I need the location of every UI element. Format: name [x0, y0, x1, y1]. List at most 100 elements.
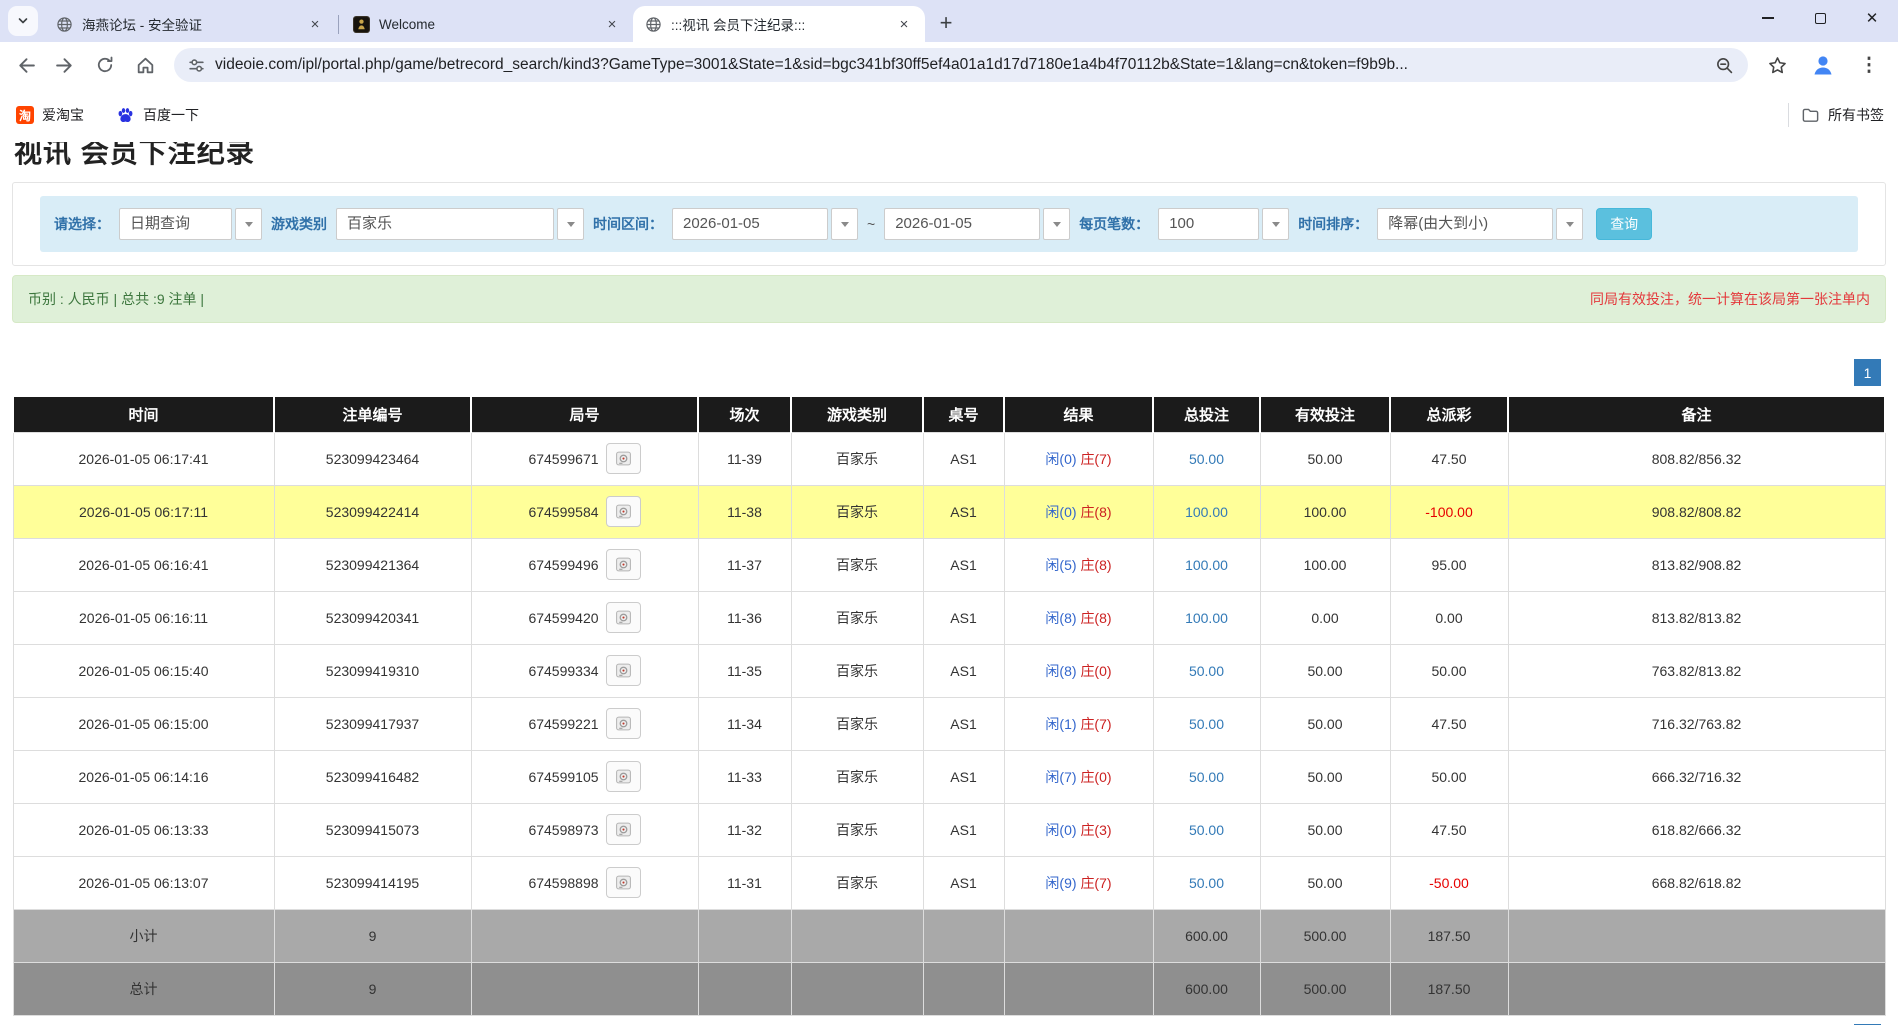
cell-round: 674599496	[471, 538, 698, 591]
cell-payout: 0.00	[1390, 591, 1508, 644]
video-replay-button[interactable]	[606, 761, 641, 792]
tab-welcome[interactable]: Welcome ×	[341, 6, 633, 42]
cell-valid-bet: 50.00	[1260, 750, 1390, 803]
tab-search-button[interactable]	[8, 6, 38, 36]
window-minimize-button[interactable]	[1742, 0, 1794, 36]
forward-icon	[55, 55, 76, 76]
total-bet-link[interactable]: 50.00	[1189, 875, 1224, 891]
home-button[interactable]	[126, 46, 164, 84]
video-replay-button[interactable]	[606, 602, 641, 633]
total-bet-link[interactable]: 50.00	[1189, 451, 1224, 467]
game-type-select[interactable]: 百家乐	[336, 208, 584, 240]
cell-payout: -50.00	[1390, 856, 1508, 909]
new-tab-button[interactable]: +	[931, 8, 961, 38]
bookmark-star-button[interactable]	[1758, 46, 1796, 84]
result-banker: 庄(8)	[1080, 610, 1111, 626]
video-replay-button[interactable]	[606, 814, 641, 845]
back-button[interactable]	[6, 46, 44, 84]
total-bet-link[interactable]: 100.00	[1185, 557, 1228, 573]
video-replay-button[interactable]	[606, 443, 641, 474]
page-content: 视讯 会员下注纪录 请选择： 日期查询 游戏类别 百家乐 时间区间： 2026-…	[0, 142, 1898, 1025]
video-replay-button[interactable]	[606, 496, 641, 527]
cell-bet-id: 523099420341	[274, 591, 471, 644]
cell-valid-bet: 50.00	[1260, 644, 1390, 697]
cell-session: 11-38	[698, 485, 791, 538]
tab-close-icon[interactable]: ×	[601, 13, 623, 35]
page-title-clip: 视讯 会员下注纪录	[12, 142, 1886, 166]
site-info-icon[interactable]	[188, 57, 205, 74]
cell-note: 716.32/763.82	[1508, 697, 1885, 750]
video-icon	[615, 609, 632, 626]
profile-avatar[interactable]	[1804, 46, 1842, 84]
cell-valid-bet: 50.00	[1260, 432, 1390, 485]
sort-label: 时间排序：	[1298, 214, 1368, 234]
table-row: 2026-01-05 06:17:41 523099423464 6745996…	[13, 432, 1885, 485]
total-bet-link[interactable]: 50.00	[1189, 769, 1224, 785]
date-to-select[interactable]: 2026-01-05	[884, 208, 1070, 240]
tab-strip: 海燕论坛 - 安全验证 × Welcome × :::视讯 会员下注纪录::: …	[0, 0, 1898, 42]
date-from-select[interactable]: 2026-01-05	[672, 208, 858, 240]
video-replay-button[interactable]	[606, 867, 641, 898]
cell-result: 闲(8) 庄(8)	[1004, 591, 1153, 644]
total-bet-link[interactable]: 50.00	[1189, 822, 1224, 838]
toolbar-right: ⋮	[1758, 46, 1888, 84]
cell-game: 百家乐	[791, 856, 923, 909]
total-bet-link[interactable]: 100.00	[1185, 610, 1228, 626]
cell-payout: -100.00	[1390, 485, 1508, 538]
sort-select[interactable]: 降幂(由大到小)	[1377, 208, 1583, 240]
video-replay-button[interactable]	[606, 549, 641, 580]
globe-favicon-icon	[645, 16, 662, 33]
round-id: 674599334	[528, 663, 598, 679]
cell-total-bet: 100.00	[1153, 538, 1260, 591]
round-id: 674599105	[528, 769, 598, 785]
cell-round: 674598973	[471, 803, 698, 856]
cell-bet-id: 523099423464	[274, 432, 471, 485]
cell-round: 674599221	[471, 697, 698, 750]
forward-button[interactable]	[46, 46, 84, 84]
cell-result: 闲(7) 庄(0)	[1004, 750, 1153, 803]
cell-valid-bet: 100.00	[1260, 538, 1390, 591]
total-bet-link[interactable]: 50.00	[1189, 716, 1224, 732]
all-bookmarks-button[interactable]: 所有书签	[1801, 105, 1884, 125]
all-bookmarks-label: 所有书签	[1828, 105, 1884, 125]
query-type-select[interactable]: 日期查询	[119, 208, 262, 240]
video-replay-button[interactable]	[606, 708, 641, 739]
subtotal-row: 小计 9 600.00 500.00 187.50	[13, 909, 1885, 962]
cell-valid-bet: 50.00	[1260, 697, 1390, 750]
reload-button[interactable]	[86, 46, 124, 84]
query-button[interactable]: 查询	[1596, 208, 1652, 240]
tab-bet-record-active[interactable]: :::视讯 会员下注纪录::: ×	[633, 6, 925, 42]
cell-session: 11-34	[698, 697, 791, 750]
bookmarks-separator	[1788, 103, 1789, 127]
page-title: 视讯 会员下注纪录	[14, 142, 1886, 166]
total-bet-link[interactable]: 100.00	[1185, 504, 1228, 520]
video-icon	[615, 768, 632, 785]
page-1-button[interactable]: 1	[1854, 359, 1881, 386]
tab-haiyan-forum[interactable]: 海燕论坛 - 安全验证 ×	[44, 6, 336, 42]
bookmark-taobao[interactable]: 淘 爱淘宝	[16, 105, 84, 125]
total-count: 9	[274, 962, 471, 1015]
reload-icon	[95, 55, 115, 75]
total-bet-link[interactable]: 50.00	[1189, 663, 1224, 679]
cell-time: 2026-01-05 06:17:11	[13, 485, 274, 538]
cell-total-bet: 50.00	[1153, 432, 1260, 485]
table-row: 2026-01-05 06:13:07 523099414195 6745988…	[13, 856, 1885, 909]
cell-time: 2026-01-05 06:13:07	[13, 856, 274, 909]
browser-menu-button[interactable]: ⋮	[1850, 46, 1888, 84]
video-replay-button[interactable]	[606, 655, 641, 686]
url-bar[interactable]: videoie.com/ipl/portal.php/game/betrecor…	[174, 48, 1748, 82]
result-player: 闲(0)	[1045, 451, 1076, 467]
zoom-magnifier-icon[interactable]	[1715, 56, 1734, 75]
cell-valid-bet: 100.00	[1260, 485, 1390, 538]
window-maximize-button[interactable]	[1794, 0, 1846, 36]
filter-panel: 请选择： 日期查询 游戏类别 百家乐 时间区间： 2026-01-05 ~ 20…	[12, 182, 1886, 266]
cell-result: 闲(9) 庄(7)	[1004, 856, 1153, 909]
page-size-select[interactable]: 100	[1158, 208, 1289, 240]
cell-payout: 95.00	[1390, 538, 1508, 591]
tab-close-icon[interactable]: ×	[893, 13, 915, 35]
cell-table: AS1	[923, 538, 1004, 591]
bookmark-baidu[interactable]: 百度一下	[116, 105, 199, 125]
tab-close-icon[interactable]: ×	[304, 13, 326, 35]
subtotal-count: 9	[274, 909, 471, 962]
window-close-button[interactable]: ✕	[1846, 0, 1898, 36]
